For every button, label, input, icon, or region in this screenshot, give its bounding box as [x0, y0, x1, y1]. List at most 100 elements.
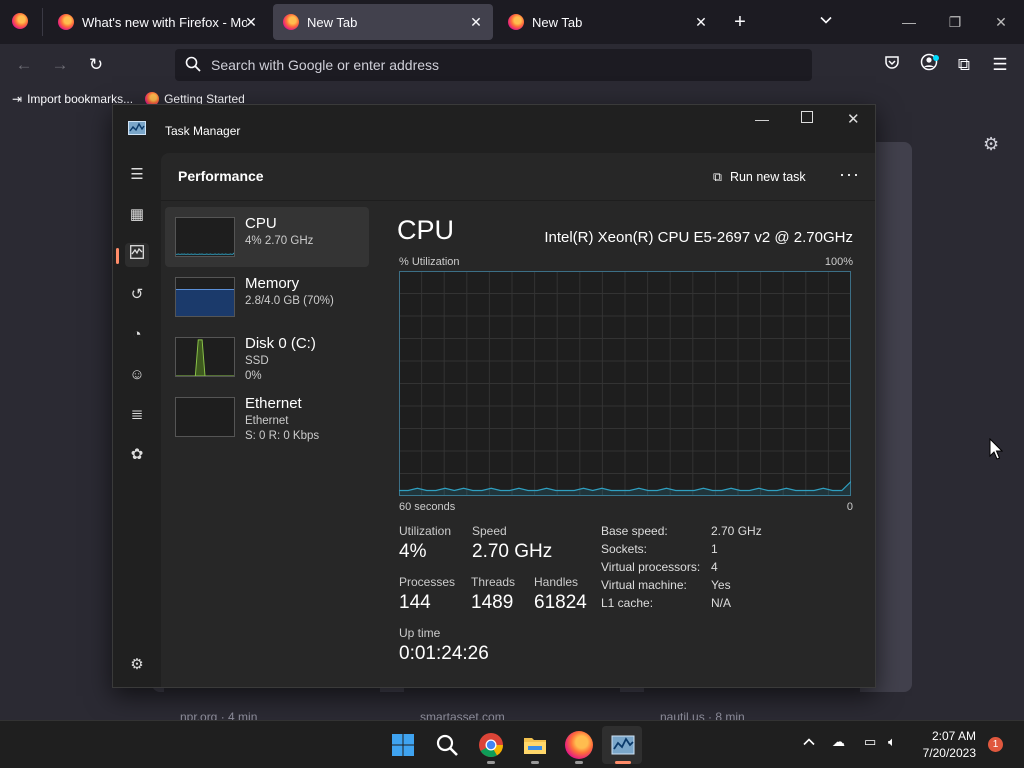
- minimize-window-icon[interactable]: —: [897, 10, 921, 34]
- performance-icon[interactable]: [125, 243, 149, 267]
- spec-value: Yes: [711, 578, 731, 592]
- extensions-icon[interactable]: ⧉: [952, 53, 976, 77]
- address-bar[interactable]: Search with Google or enter address: [175, 49, 812, 81]
- disk-mini-graph: [175, 337, 235, 377]
- tab-whats-new[interactable]: What's new with Firefox - More ✕: [48, 4, 268, 40]
- app-history-icon[interactable]: ↺: [125, 283, 149, 307]
- speed-label: Speed: [472, 524, 507, 538]
- page-title: Performance: [178, 168, 264, 184]
- resource-name: Ethernet: [245, 395, 302, 412]
- resource-item-cpu[interactable]: CPU 4% 2.70 GHz: [165, 207, 369, 267]
- page-header: Performance ⧉ Run new task ···: [161, 153, 875, 201]
- cpu-detail-panel: CPU Intel(R) Xeon(R) CPU E5-2697 v2 @ 2.…: [397, 201, 867, 687]
- resource-item-memory[interactable]: Memory 2.8/4.0 GB (70%): [165, 267, 369, 327]
- users-icon[interactable]: ☺: [125, 363, 149, 387]
- graph-max-label: 100%: [824, 256, 853, 268]
- close-window-icon[interactable]: ✕: [989, 10, 1013, 34]
- firefox-icon: [58, 14, 74, 30]
- threads-value: 1489: [471, 592, 514, 613]
- resource-item-ethernet[interactable]: Ethernet Ethernet S: 0 R: 0 Kbps: [165, 393, 369, 453]
- browser-nav-bar: ← → ↻ Search with Google or enter addres…: [0, 44, 1024, 86]
- search-icon: [185, 56, 201, 75]
- services-icon[interactable]: ✿: [125, 443, 149, 467]
- restore-window-icon[interactable]: ❐: [943, 10, 967, 34]
- close-icon[interactable]: ✕: [692, 13, 710, 31]
- close-window-icon[interactable]: ✕: [847, 110, 860, 128]
- windows-taskbar: ☁ ▭ 🔈︎ 2:07 AM 7/20/2023 1: [0, 720, 1024, 768]
- new-tab-plus-icon[interactable]: +: [728, 10, 752, 34]
- memory-mini-graph: [175, 277, 235, 317]
- mouse-cursor-icon: [989, 438, 1003, 460]
- minimize-window-icon[interactable]: —: [755, 111, 769, 127]
- task-manager-window: Task Manager — ✕ ☰ ▦ ↺ ◔ ☺ ≣ ✿ ⚙ Perform…: [112, 104, 876, 688]
- menu-hamburger-icon[interactable]: ☰: [988, 53, 1012, 77]
- network-icon[interactable]: ▭: [864, 734, 876, 750]
- forward-arrow-icon[interactable]: →: [48, 53, 72, 77]
- utilization-label: Utilization: [399, 524, 452, 538]
- tab-new-tab-active[interactable]: New Tab ✕: [273, 4, 493, 40]
- list-tabs-chevron-icon[interactable]: [814, 10, 838, 34]
- firefox-icon: [508, 14, 524, 30]
- close-icon[interactable]: ✕: [242, 13, 260, 31]
- resource-stat: 0%: [245, 370, 262, 382]
- threads-label: Threads: [471, 575, 516, 589]
- tab-title: New Tab: [307, 14, 358, 30]
- maximize-window-icon[interactable]: [801, 111, 813, 123]
- run-new-task-button[interactable]: ⧉ Run new task: [713, 165, 806, 189]
- spec-key: Base speed:: [601, 524, 668, 538]
- browser-tab-bar: What's new with Firefox - More ✕ New Tab…: [0, 0, 1024, 44]
- speed-value: 2.70 GHz: [472, 541, 553, 562]
- firefox-view-icon[interactable]: [12, 13, 28, 29]
- spec-value: 2.70 GHz: [711, 524, 762, 538]
- show-hidden-icons-chevron-icon[interactable]: [802, 735, 816, 752]
- resource-stat: Ethernet: [245, 415, 289, 427]
- ethernet-mini-graph: [175, 397, 235, 437]
- resource-stat: 4% 2.70 GHz: [245, 235, 314, 247]
- reload-icon[interactable]: ↻: [84, 53, 108, 77]
- more-options-icon[interactable]: ···: [839, 164, 860, 185]
- account-icon[interactable]: [917, 53, 941, 77]
- gear-icon[interactable]: ⚙: [983, 134, 999, 155]
- firefox-icon: [283, 14, 299, 30]
- file-explorer-icon[interactable]: [521, 731, 549, 759]
- close-icon[interactable]: ✕: [467, 13, 485, 31]
- notification-badge[interactable]: 1: [988, 737, 1003, 752]
- startup-apps-icon[interactable]: ◔: [125, 323, 149, 347]
- settings-gear-icon[interactable]: ⚙: [125, 653, 149, 677]
- menu-hamburger-icon[interactable]: ☰: [125, 163, 149, 187]
- graph-min-label: 0: [846, 501, 853, 513]
- resource-name: Disk 0 (C:): [245, 335, 316, 352]
- tab-new-tab[interactable]: New Tab ✕: [498, 4, 718, 40]
- firefox-icon[interactable]: [565, 731, 593, 759]
- resource-item-disk[interactable]: Disk 0 (C:) SSD 0%: [165, 327, 369, 387]
- onedrive-icon[interactable]: ☁: [832, 734, 845, 750]
- task-manager-taskbar-icon[interactable]: [609, 731, 637, 759]
- resource-stat: S: 0 R: 0 Kbps: [245, 430, 320, 442]
- pocket-icon[interactable]: [880, 53, 904, 77]
- resource-stat: SSD: [245, 355, 269, 367]
- run-new-task-label: Run new task: [729, 170, 806, 184]
- run-task-icon: ⧉: [713, 169, 722, 184]
- task-manager-app-icon: [128, 121, 146, 135]
- handles-label: Handles: [534, 575, 579, 589]
- chrome-icon[interactable]: [477, 731, 505, 759]
- volume-icon[interactable]: 🔈︎: [888, 734, 896, 750]
- clock-time[interactable]: 2:07 AM: [920, 729, 976, 743]
- task-manager-titlebar: Task Manager — ✕: [113, 105, 875, 153]
- spec-value: 1: [711, 542, 718, 556]
- clock-date[interactable]: 7/20/2023: [912, 746, 976, 760]
- processes-label: Processes: [399, 575, 456, 589]
- windows-start-icon[interactable]: [389, 731, 417, 759]
- search-icon[interactable]: [433, 731, 461, 759]
- spec-key: Sockets:: [601, 542, 648, 556]
- uptime-label: Up time: [399, 626, 441, 640]
- spec-value: N/A: [711, 596, 732, 610]
- window-title: Task Manager: [165, 124, 241, 138]
- details-icon[interactable]: ≣: [125, 403, 149, 427]
- resource-name: Memory: [245, 275, 300, 292]
- processes-icon[interactable]: ▦: [125, 203, 149, 227]
- back-arrow-icon[interactable]: ←: [12, 53, 36, 77]
- tab-title: What's new with Firefox - More: [82, 14, 247, 30]
- spec-key: Virtual processors:: [601, 560, 701, 574]
- detail-heading: CPU: [397, 215, 455, 245]
